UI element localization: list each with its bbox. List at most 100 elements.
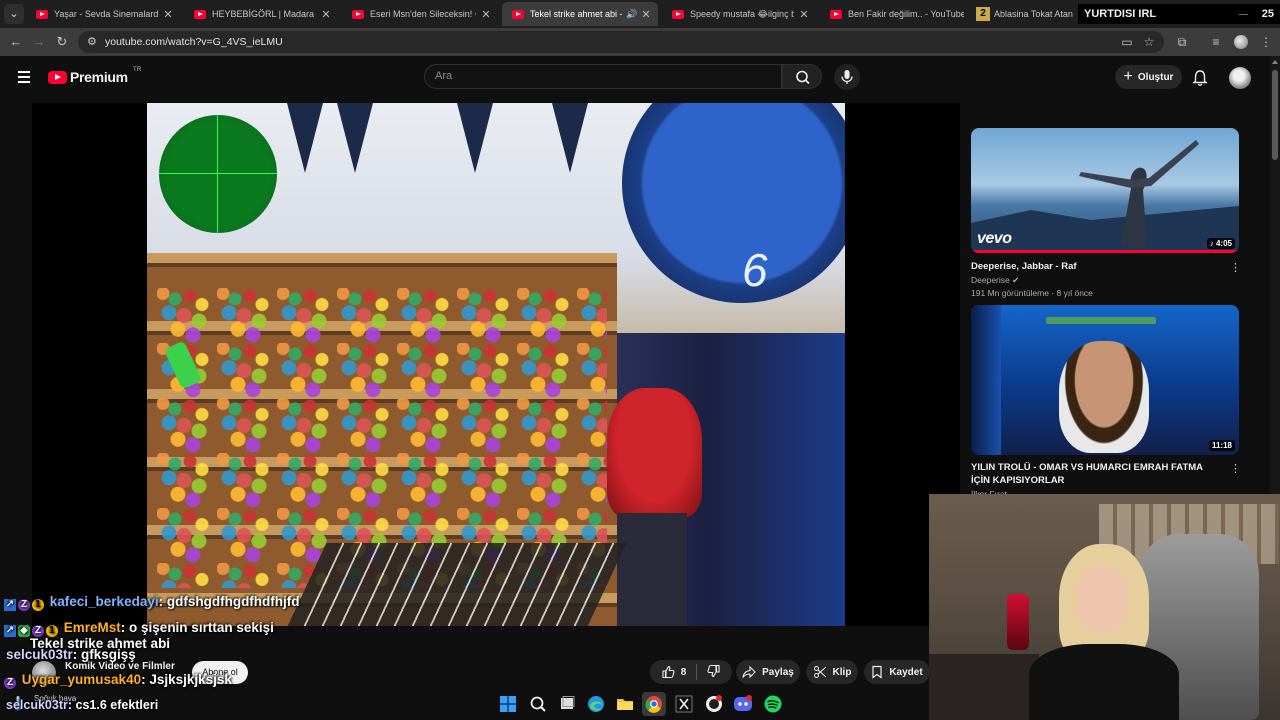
voice-search-button[interactable] (834, 64, 860, 90)
create-button[interactable]: + Oluştur (1115, 65, 1182, 89)
overlay-banner-number: 25 (1261, 8, 1274, 20)
close-tab-icon[interactable]: ✕ (162, 8, 174, 21)
media-control-icon[interactable]: ≡ (1208, 34, 1224, 50)
dislike-button[interactable] (707, 664, 721, 681)
like-count: 8 (680, 666, 687, 678)
prime-badge-icon: ↗ (4, 625, 16, 637)
video-scene-pennant (552, 103, 588, 173)
clip-button[interactable]: Klip (806, 660, 858, 684)
share-icon (742, 665, 756, 679)
recommendation-title[interactable]: YILIN TROLÜ - OMAR VS HUMARCI EMRAH FATM… (971, 461, 1211, 487)
more-options-icon[interactable]: ⋮ (1230, 261, 1241, 274)
x-app-icon[interactable] (674, 694, 694, 714)
notifications-bell-icon[interactable] (1192, 69, 1208, 87)
chat-username: selcuk03tr (6, 698, 68, 712)
tab-title: Ben Fakir değilim.. - YouTube (848, 9, 964, 19)
browser-tab[interactable]: Ben Fakir değilim.. - YouTube (820, 2, 970, 26)
browser-tab[interactable]: Eseri Msn'den Sileceksin! 😡 - ✕ (342, 2, 498, 26)
webcam-scene-face (1076, 566, 1128, 632)
radar-overlay-icon (159, 115, 277, 233)
browser-tab[interactable]: HEYBEBİGÖRL | Madara Olduk ✕ (184, 2, 338, 26)
video-duration: 11:18 (1208, 440, 1235, 451)
chat-username: EmreMst (63, 620, 121, 635)
channel-name[interactable]: Komik Video ve Filmler (65, 661, 175, 672)
youtube-favicon-icon (352, 9, 364, 19)
browser-tab-strip: ⌄ Yaşar - Sevda Sinemalarda - Yo ✕ HEYBE… (0, 0, 1280, 28)
browser-tab[interactable]: Yaşar - Sevda Sinemalarda - Yo ✕ (26, 2, 180, 26)
chat-message: ↗ Z 1 kafeci_berkedayi: gdfshgdfhgdfhdfhjf… (4, 594, 300, 611)
video-scene-counter (287, 543, 627, 626)
file-explorer-icon[interactable] (615, 694, 635, 714)
tab-title: Tekel strike ahmet abi - You (530, 9, 623, 19)
search-button[interactable] (782, 64, 822, 89)
spotify-icon[interactable] (763, 694, 783, 714)
extensions-icon[interactable]: ⧉ (1174, 34, 1190, 50)
address-bar[interactable]: ⚙ youtube.com/watch?v=G_4VS_ieLMU (78, 31, 1164, 53)
video-player[interactable]: 6 (32, 103, 960, 626)
chrome-taskbar-button[interactable] (642, 692, 666, 716)
tab-title: Ablasina Tokat Atan Kız (994, 9, 1076, 19)
reload-icon[interactable]: ↻ (54, 34, 70, 50)
cast-icon[interactable]: ▭ (1119, 34, 1135, 50)
menu-icon[interactable] (18, 71, 30, 83)
github-icon[interactable] (704, 694, 724, 714)
browser-tab-active[interactable]: Tekel strike ahmet abi - You 🔊 ✕ (502, 2, 658, 26)
z-badge-icon: Z (18, 599, 30, 611)
chat-message: ↗ ◆ Z 1 EmreMst: o şişenin sırttan sekişi (4, 620, 274, 637)
share-button[interactable]: Paylaş (736, 660, 800, 684)
chrome-icon (645, 696, 662, 713)
close-tab-icon[interactable]: ✕ (480, 8, 492, 21)
windows-start-icon[interactable] (498, 694, 518, 714)
search-box[interactable] (424, 64, 782, 89)
account-avatar[interactable] (1229, 67, 1251, 89)
back-icon[interactable]: ← (8, 34, 24, 50)
close-tab-icon[interactable]: ✕ (320, 8, 332, 21)
save-button[interactable]: Kaydet (864, 660, 930, 684)
speaker-icon[interactable]: 🔊 (626, 9, 637, 20)
browser-tab[interactable]: Speedy mustafa 😂ilginç bir h ✕ (662, 2, 816, 26)
chat-username: selcuk03tr (6, 647, 73, 662)
task-view-icon[interactable] (557, 694, 577, 714)
create-label: Oluştur (1137, 71, 1174, 83)
chat-username: Uygar_yumusak40 (21, 672, 142, 687)
plus-icon: + (1123, 68, 1133, 85)
chat-message: selcuk03tr: cs1.6 efektleri (6, 698, 158, 712)
forward-icon[interactable]: → (31, 34, 47, 50)
taskbar-search-icon[interactable] (528, 694, 548, 714)
close-tab-icon[interactable]: ✕ (798, 8, 810, 21)
logo-text: Premium (70, 69, 128, 85)
discord-icon[interactable] (733, 694, 753, 714)
thumbnail-art (971, 305, 1001, 455)
gem-badge-icon: ◆ (18, 625, 30, 637)
bookmark-star-icon[interactable]: ☆ (1141, 34, 1157, 50)
like-button[interactable]: 8 (661, 665, 687, 679)
tab-search-button[interactable]: ⌄ (4, 4, 24, 24)
scrollbar-thumb[interactable] (1272, 70, 1278, 160)
youtube-favicon-icon (830, 9, 842, 19)
like-dislike-group: 8 (650, 660, 732, 684)
recommendation-thumbnail[interactable]: 11:18 (971, 305, 1239, 455)
search-input[interactable] (435, 70, 765, 82)
search-icon (796, 70, 810, 85)
scroll-up-icon[interactable] (1272, 60, 1278, 64)
overlay-banner-text: YURTDISI IRL (1084, 8, 1157, 20)
recommendation-channel[interactable]: Deeperise ✔ (971, 275, 1019, 286)
browser-tab[interactable]: 2 Ablasina Tokat Atan Kız (966, 2, 1082, 26)
video-frame[interactable]: 6 (147, 103, 845, 626)
url-text[interactable]: youtube.com/watch?v=G_4VS_ieLMU (105, 36, 283, 48)
more-options-icon[interactable]: ⋮ (1230, 462, 1241, 475)
close-tab-icon[interactable]: ✕ (640, 8, 652, 21)
browser-menu-icon[interactable]: ⋮ (1258, 34, 1274, 50)
recommendation-title[interactable]: Deeperise, Jabbar - Raf (971, 260, 1211, 273)
vevo-logo: vevo (977, 230, 1012, 247)
gold-badge-icon: 1 (32, 599, 44, 611)
thumbs-up-icon (662, 665, 675, 679)
browser-toolbar: ← → ↻ ⚙ youtube.com/watch?v=G_4VS_ieLMU … (0, 28, 1280, 56)
recommendation-thumbnail[interactable]: vevo ♪ 4:05 (971, 128, 1239, 253)
video-scene-clock: 6 (622, 103, 845, 303)
site-info-icon[interactable]: ⚙ (87, 35, 97, 48)
edge-browser-icon[interactable] (586, 694, 606, 714)
chat-text: : cs1.6 efektleri (67, 698, 159, 712)
youtube-logo[interactable]: Premium TR (48, 66, 141, 85)
profile-avatar[interactable] (1233, 34, 1249, 50)
